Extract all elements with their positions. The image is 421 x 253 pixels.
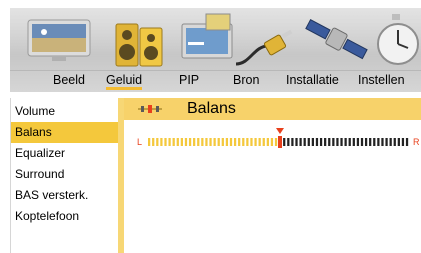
- tab-beeld[interactable]: Beeld: [53, 73, 85, 87]
- balance-tick: [205, 138, 208, 146]
- speakers-icon[interactable]: [110, 18, 168, 72]
- balance-thumb[interactable]: [278, 136, 282, 148]
- balance-tick: [184, 138, 188, 146]
- balance-tick: [258, 138, 261, 146]
- balance-tick: [401, 138, 405, 146]
- menu-item-bas-versterk[interactable]: BAS versterk.: [11, 185, 119, 206]
- balance-tick: [180, 138, 183, 146]
- balance-right-label: R: [413, 137, 420, 147]
- balance-tick: [238, 138, 241, 146]
- balance-tick: [352, 138, 355, 146]
- balance-tick: [213, 138, 216, 146]
- tab-bron[interactable]: Bron: [233, 73, 259, 87]
- balance-tick: [197, 138, 200, 146]
- balance-tick: [152, 138, 155, 146]
- balance-tick: [360, 138, 364, 146]
- balance-tick: [225, 138, 229, 146]
- balance-tick: [176, 138, 179, 146]
- balance-tick: [188, 138, 192, 146]
- balance-tick: [328, 138, 331, 146]
- balance-tick: [324, 138, 327, 146]
- balance-tick: [336, 138, 339, 146]
- balance-tick: [369, 138, 372, 146]
- balance-tick: [364, 138, 368, 146]
- balance-tick: [381, 138, 384, 146]
- picture-in-picture-icon[interactable]: [178, 12, 238, 64]
- top-menu-bar: Beeld Geluid PIP Bron Installatie Instel…: [10, 8, 421, 92]
- balance-tick: [221, 138, 224, 146]
- balance-tick: [201, 138, 204, 146]
- balance-tick: [209, 138, 212, 146]
- balance-tick: [274, 138, 278, 146]
- balance-tick: [291, 138, 294, 146]
- balance-left-label: L: [137, 137, 143, 147]
- menu-item-koptelefoon[interactable]: Koptelefoon: [11, 206, 119, 227]
- balance-tick: [262, 138, 265, 146]
- tab-pip[interactable]: PIP: [179, 73, 199, 87]
- sound-menu: Volume Balans Equalizer Surround BAS ver…: [10, 98, 119, 253]
- balance-tick: [287, 138, 290, 146]
- balance-slider[interactable]: [148, 136, 410, 148]
- balance-tick: [385, 138, 388, 146]
- balance-tick: [344, 138, 347, 146]
- balance-tick: [389, 138, 392, 146]
- page-title: Balans: [187, 100, 236, 117]
- balance-tick: [193, 138, 196, 146]
- plug-cable-icon[interactable]: [232, 24, 298, 72]
- stopwatch-icon[interactable]: [372, 12, 421, 70]
- monitor-icon[interactable]: [24, 16, 94, 66]
- balance-tick: [373, 138, 376, 146]
- balance-tick: [148, 138, 151, 146]
- menu-item-volume[interactable]: Volume: [11, 101, 119, 122]
- balance-tick: [393, 138, 396, 146]
- balance-tick: [397, 138, 400, 146]
- balance-tick: [340, 138, 343, 146]
- balance-tick: [233, 138, 237, 146]
- balance-tick: [315, 138, 319, 146]
- balance-tick: [164, 138, 167, 146]
- balance-tick: [319, 138, 323, 146]
- balance-tick: [266, 138, 269, 146]
- balance-tick: [295, 138, 298, 146]
- balance-tick: [356, 138, 360, 146]
- balance-tick: [160, 138, 163, 146]
- balance-tick: [311, 138, 314, 146]
- balance-tick: [299, 138, 302, 146]
- balance-tick: [242, 138, 245, 146]
- tab-bar: Beeld Geluid PIP Bron Installatie Instel…: [10, 70, 421, 93]
- balance-tick: [303, 138, 306, 146]
- menu-item-surround[interactable]: Surround: [11, 164, 119, 185]
- balance-tick: [348, 138, 351, 146]
- tab-instellen[interactable]: Instellen: [358, 73, 405, 87]
- tab-geluid[interactable]: Geluid: [106, 73, 143, 90]
- balance-tick: [332, 138, 335, 146]
- balance-tick: [246, 138, 249, 146]
- balance-tick: [229, 138, 233, 146]
- balance-tick: [168, 138, 171, 146]
- balance-tick: [405, 138, 409, 146]
- balance-tick: [283, 138, 286, 146]
- balance-marker[interactable]: [276, 128, 284, 134]
- balance-tick: [250, 138, 253, 146]
- tab-installatie[interactable]: Installatie: [286, 73, 339, 87]
- balance-tick: [254, 138, 257, 146]
- balance-tick: [156, 138, 159, 146]
- menu-item-equalizer[interactable]: Equalizer: [11, 143, 119, 164]
- balance-tick: [217, 138, 220, 146]
- menu-item-balans[interactable]: Balans: [11, 122, 119, 143]
- balance-tick: [377, 138, 380, 146]
- balance-icon: [138, 105, 162, 113]
- balance-tick: [307, 138, 310, 146]
- balance-panel: L R: [124, 120, 421, 253]
- content-header: Balans: [124, 98, 421, 120]
- satellite-icon[interactable]: [300, 10, 372, 70]
- balance-tick: [172, 138, 175, 146]
- balance-tick: [270, 138, 274, 146]
